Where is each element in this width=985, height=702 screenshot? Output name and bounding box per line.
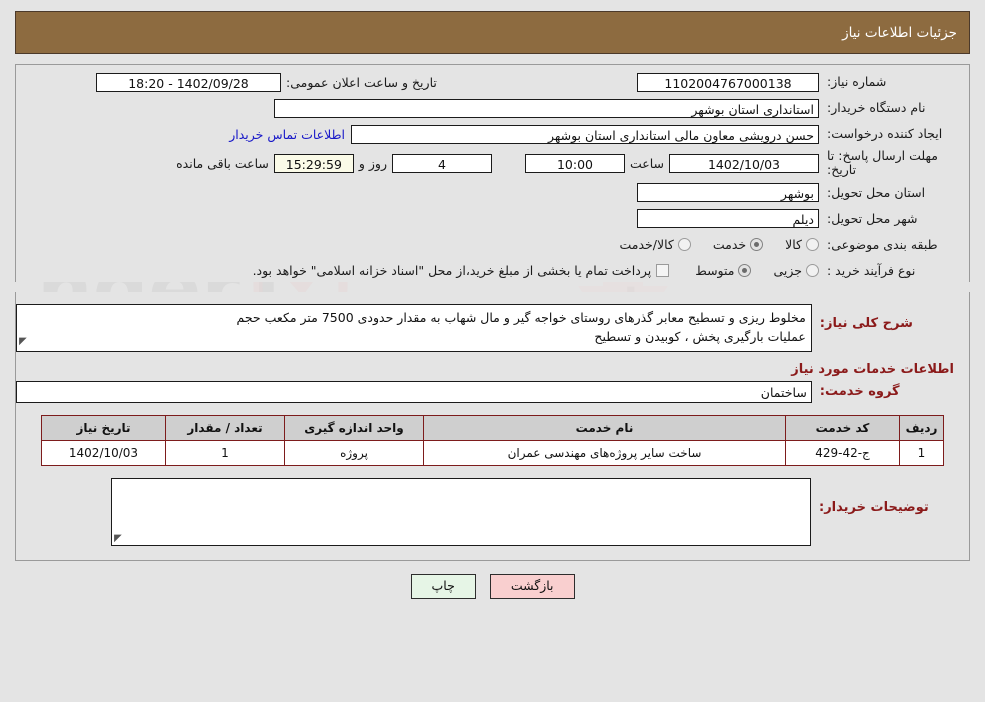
announce-label: تاریخ و ساعت اعلان عمومی: [286,74,437,90]
resize-handle-icon[interactable]: ◥ [19,334,27,350]
city-value: دیلم [637,209,819,229]
category-option-khedmat[interactable]: خدمت [712,237,764,253]
print-button[interactable]: چاپ [410,573,476,599]
row-buyer-notes: توضیحات خریدار: ◥ [16,477,969,546]
action-button-bar: بازگشت چاپ [0,573,985,599]
buyer-notes-label: توضیحات خریدار: [819,499,929,515]
page-title: جزئیات اطلاعات نیاز [842,24,957,41]
radio-icon[interactable] [738,264,752,278]
row-buyer-org: نام دستگاه خریدار: استانداری استان بوشهر [16,97,969,119]
hour-label: ساعت [629,155,664,171]
city-label: شهر محل تحویل: [827,210,918,226]
treasury-checkbox[interactable] [656,264,670,278]
need-number-value: 1102004767000138 [637,72,819,92]
purchase-type-label: نوع فرآیند خرید : [827,262,916,278]
deadline-time-value: 10:00 [524,153,625,173]
services-heading: اطلاعات خدمات مورد نیاز [791,361,954,377]
row-deadline: مهلت ارسال پاسخ: تا تاریخ: 1402/10/03 سا… [16,148,969,178]
radio-icon[interactable] [750,238,764,252]
days-word-label: روز و [358,155,387,171]
deadline-label: مهلت ارسال پاسخ: تا تاریخ: [827,148,938,178]
table-col-name: نام خدمت [423,414,786,441]
details-panel: شرح کلی نیاز: مخلوط ریزی و تسطیح معابر گ… [15,291,970,561]
radio-icon[interactable] [806,238,819,252]
back-button[interactable]: بازگشت [489,573,575,599]
cell-need-date: 1402/10/03 [41,439,166,466]
deadline-date-value: 1402/10/03 [669,153,819,173]
announce-value: 1402/09/28 - 18:20 [96,72,281,92]
purchase-option-motevaset[interactable]: متوسط [695,263,752,279]
table-col-code: کد خدمت [785,414,900,441]
buyer-org-label: نام دستگاه خریدار: [827,100,926,116]
category-label: طبقه بندی موضوعی: [827,236,938,252]
category-option-label: خدمت [712,237,747,253]
description-line-1: مخلوط ریزی و تسطیح معابر گذرهای روستای خ… [236,309,806,325]
need-number-label: شماره نیاز: [827,74,887,90]
creator-value: حسن درویشی معاون مالی استانداری استان بو… [351,124,819,144]
service-group-value: ساختمان [16,380,812,403]
purchase-option-label: جزیی [773,263,802,279]
category-option-kala[interactable]: کالا [785,237,819,252]
description-label: شرح کلی نیاز: [819,315,913,331]
page-header: جزئیات اطلاعات نیاز [15,11,970,54]
cell-unit: پروژه [284,439,424,466]
row-province: استان محل تحویل: بوشهر [16,182,969,204]
buyer-contact-link[interactable]: اطلاعات تماس خریدار [223,127,351,142]
table-col-need-date: تاریخ نیاز [41,414,166,441]
row-creator: ایجاد کننده درخواست: حسن درویشی معاون ما… [16,123,969,145]
row-city: شهر محل تحویل: دیلم [16,208,969,230]
province-value: بوشهر [637,183,819,203]
treasury-note-label: پرداخت تمام یا بخشی از مبلغ خرید،از محل … [252,263,652,279]
category-option-label: کالا/خدمت [619,237,674,253]
radio-icon[interactable] [806,264,819,278]
description-textarea[interactable]: مخلوط ریزی و تسطیح معابر گذرهای روستای خ… [16,303,812,352]
services-table-wrap: ردیف کد خدمت نام خدمت واحد اندازه گیری ت… [41,414,944,466]
radio-icon[interactable] [677,238,691,252]
services-table: ردیف کد خدمت نام خدمت واحد اندازه گیری ت… [41,414,944,466]
buyer-org-value: استانداری استان بوشهر [274,98,819,118]
row-description: شرح کلی نیاز: مخلوط ریزی و تسطیح معابر گ… [16,303,969,352]
row-category: طبقه بندی موضوعی: کالا خدمت کالا/خدمت [16,234,969,256]
table-col-radif: ردیف [899,414,944,441]
row-purchase-type: نوع فرآیند خرید : جزیی متوسط پرداخت تمام… [16,260,969,282]
cell-radif: 1 [899,439,944,466]
row-service-group: گروه خدمت: ساختمان [16,380,969,403]
province-label: استان محل تحویل: [827,184,926,200]
table-col-unit: واحد اندازه گیری [284,414,424,441]
remaining-days-value: 4 [391,153,492,173]
cell-code: ج-42-429 [785,439,900,466]
table-row: 1 ج-42-429 ساخت سایر پروژه‌های مهندسی عم… [41,439,944,466]
purchase-option-jozei[interactable]: جزیی [773,263,819,278]
category-option-kala-khedmat[interactable]: کالا/خدمت [619,237,691,253]
table-header-row: ردیف کد خدمت نام خدمت واحد اندازه گیری ت… [41,414,944,441]
table-col-quantity: تعداد / مقدار [165,414,285,441]
need-info-panel: شماره نیاز: 1102004767000138 تاریخ و ساع… [15,64,970,282]
buyer-notes-textarea[interactable]: ◥ [111,477,811,546]
remaining-word-label: ساعت باقی مانده [176,155,269,171]
description-line-2: عملیات بارگیری پخش ، کوبیدن و تسطیح [594,329,806,345]
page-root: جزئیات اطلاعات نیاز شماره نیاز: 11020047… [0,11,985,599]
category-radio-group: کالا خدمت کالا/خدمت [597,237,819,252]
purchase-option-label: متوسط [695,263,735,279]
resize-handle-icon[interactable]: ◥ [114,533,122,544]
cell-quantity: 1 [165,439,285,466]
creator-label: ایجاد کننده درخواست: [827,126,943,142]
countdown-timer: 15:29:59 [273,153,354,173]
service-group-label: گروه خدمت: [819,384,900,400]
category-option-label: کالا [785,237,802,253]
row-need-number: شماره نیاز: 1102004767000138 تاریخ و ساع… [16,71,969,93]
services-heading-wrap: اطلاعات خدمات مورد نیاز [16,356,969,381]
purchase-radio-group: جزیی متوسط [673,263,819,278]
cell-name: ساخت سایر پروژه‌های مهندسی عمران [423,439,786,466]
